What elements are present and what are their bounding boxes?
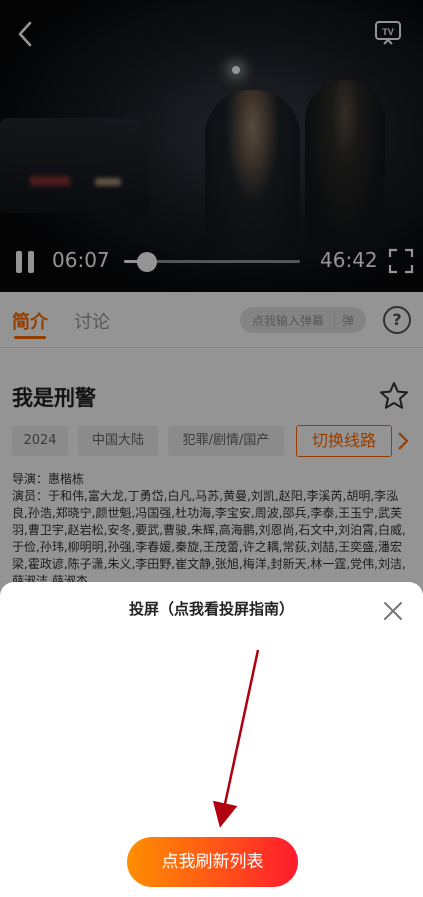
cast-guide-link[interactable]: 投屏（点我看投屏指南） [0,598,423,619]
close-icon [384,602,402,620]
close-button[interactable] [383,601,403,621]
cast-sheet: 投屏（点我看投屏指南） 点我刷新列表 [0,582,423,897]
refresh-list-button[interactable]: 点我刷新列表 [127,837,298,887]
